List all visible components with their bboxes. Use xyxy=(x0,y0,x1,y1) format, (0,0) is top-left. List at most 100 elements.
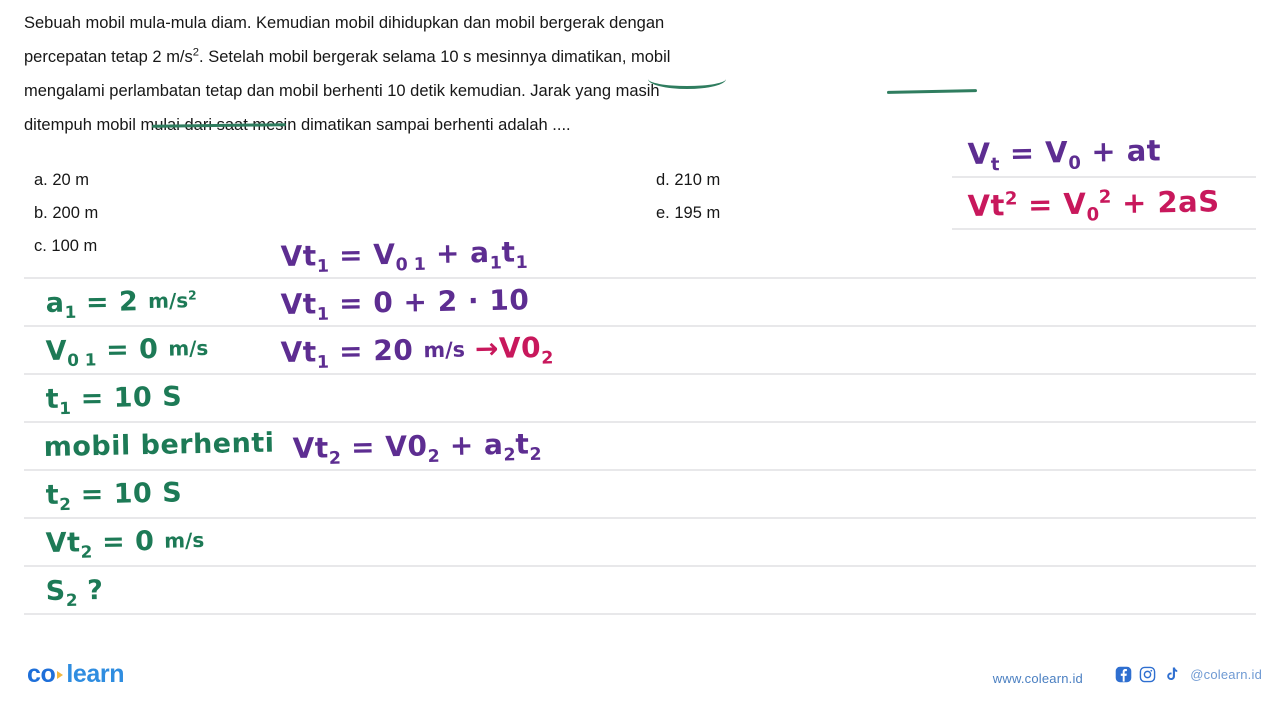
instagram-icon[interactable] xyxy=(1139,666,1156,683)
note-t2-value: = 10 S xyxy=(70,477,183,511)
option-c[interactable]: c. 100 m xyxy=(34,236,97,256)
note-t1: t1 = 10 S xyxy=(45,381,183,419)
note-a1-unit-sup: 2 xyxy=(187,288,197,303)
note-a1-unit-den: /s xyxy=(168,288,189,313)
rule-line-1 xyxy=(24,277,1256,279)
note-a1-unit-num: m xyxy=(147,288,170,314)
note-s2-question: S2 ? xyxy=(45,574,104,611)
note-formula-vt2-tail: + 2aS xyxy=(1111,184,1220,221)
note-t1-value: = 10 S xyxy=(70,381,183,415)
note-eq3-sub1: 1 xyxy=(316,352,330,373)
note-eq3-unit: m/s xyxy=(423,337,466,363)
note-eq4-sub4: 2 xyxy=(529,444,542,466)
note-v01-value: = 0 xyxy=(95,333,169,367)
note-v01-sub: 0 1 xyxy=(67,349,97,370)
note-t2: t2 = 10 S xyxy=(45,477,183,514)
note-s2-value: ? xyxy=(77,574,104,607)
note-formula-vt-v: V xyxy=(967,136,991,171)
logo-play-icon xyxy=(57,671,64,680)
rule-line-5 xyxy=(24,469,1256,471)
note-eq1-sub4: 1 xyxy=(515,252,528,274)
note-vt2f-sub: 2 xyxy=(80,541,93,562)
note-s2-sub: 2 xyxy=(65,589,78,611)
rule-line-6 xyxy=(24,517,1256,519)
note-formula-vt2: Vt2 = V02 + 2aS xyxy=(967,184,1220,226)
note-v01-unit: m/s xyxy=(168,335,209,361)
note-eq3-arrow: → xyxy=(474,331,500,366)
rule-line-4 xyxy=(24,421,1256,423)
rule-line-3 xyxy=(24,373,1256,375)
rule-formula-2 xyxy=(952,228,1256,230)
note-eq2-sub1: 1 xyxy=(316,304,330,325)
note-eq4-sub2: 2 xyxy=(427,446,440,468)
social-links: @colearn.id xyxy=(1115,666,1262,683)
note-eq4: Vt2 = V02 + a2t2 xyxy=(292,427,542,468)
note-vt2f-value: = 0 xyxy=(91,525,165,559)
logo-learn-text: learn xyxy=(66,660,125,688)
tiktok-icon[interactable] xyxy=(1163,666,1180,683)
note-t1-label: t xyxy=(45,383,60,415)
website-link[interactable]: www.colearn.id xyxy=(993,671,1083,686)
question-line-1: Sebuah mobil mula-mula diam. Kemudian mo… xyxy=(24,14,665,32)
note-eq2-b: = 0 + 2 · 10 xyxy=(328,283,530,321)
note-eq1-c: + a xyxy=(425,235,490,271)
social-handle[interactable]: @colearn.id xyxy=(1190,667,1262,682)
note-eq4-b: = V0 xyxy=(340,429,428,465)
question-text: Sebuah mobil mula-mula diam. Kemudian mo… xyxy=(24,6,984,142)
note-eq1-a: Vt xyxy=(280,239,318,273)
note-eq3-b: = 20 xyxy=(328,333,424,369)
note-eq4-sub3: 2 xyxy=(503,445,516,466)
note-eq3-tail: V0 xyxy=(498,331,542,365)
note-formula-vt-tail: + at xyxy=(1080,133,1162,169)
note-eq3: Vt1 = 20 m/s →V02 xyxy=(280,331,554,373)
note-t1-sub: 1 xyxy=(59,397,72,419)
option-a[interactable]: a. 20 m xyxy=(34,170,89,190)
note-formula-vt2-a: Vt xyxy=(967,188,1006,223)
note-formula-vt2-b: = V xyxy=(1017,186,1087,223)
note-v01-label: V xyxy=(45,335,68,367)
note-formula-vt-eq: = V xyxy=(998,135,1069,171)
note-a1-sub: 1 xyxy=(64,301,77,323)
rule-line-2 xyxy=(24,325,1256,327)
note-eq1-sub1: 1 xyxy=(316,256,330,277)
note-vt2f-label: Vt xyxy=(45,527,81,559)
note-eq1-sub2: 0 1 xyxy=(395,254,427,276)
note-formula-vt2-sup2: 2 xyxy=(1098,186,1112,208)
note-eq4-c: + a xyxy=(439,427,504,463)
note-formula-vt2-zero: 0 xyxy=(1086,204,1100,226)
option-d[interactable]: d. 210 m xyxy=(656,170,720,190)
rule-line-7 xyxy=(24,565,1256,567)
note-eq4-sub1: 2 xyxy=(328,448,342,469)
option-b[interactable]: b. 200 m xyxy=(34,203,98,223)
facebook-icon[interactable] xyxy=(1115,666,1132,683)
note-formula-vt-t: t xyxy=(990,154,1000,176)
footer: co learn www.colearn.id @colearn.id xyxy=(0,642,1280,720)
note-formula-vt: Vt = V0 + at xyxy=(967,133,1162,175)
note-eq2: Vt1 = 0 + 2 · 10 xyxy=(280,283,530,325)
note-eq4-a: Vt xyxy=(292,431,330,465)
note-formula-vt-zero: 0 xyxy=(1068,152,1082,174)
question-line-2-post: . Setelah mobil bergerak selama 10 s mes… xyxy=(199,48,671,66)
note-eq1: Vt1 = V0 1 + a1t1 xyxy=(280,235,528,276)
note-s2-label: S xyxy=(45,575,66,607)
note-vt2-final: Vt2 = 0 m/s xyxy=(45,525,204,562)
note-formula-vt2-sup: 2 xyxy=(1004,188,1018,210)
note-a1-value: = 2 xyxy=(75,286,149,319)
note-a1-unit: m/s2 xyxy=(148,288,197,313)
rule-line-8 xyxy=(24,613,1256,615)
note-eq3-a: Vt xyxy=(280,335,318,369)
question-line-2: percepatan tetap 2 m/s2. Setelah mobil b… xyxy=(24,40,984,74)
rule-formula-1 xyxy=(952,176,1256,178)
note-t2-label: t xyxy=(45,479,60,511)
colearn-logo[interactable]: co learn xyxy=(27,660,125,689)
note-eq3-sub2: 2 xyxy=(541,348,554,369)
note-eq2-a: Vt xyxy=(280,287,318,321)
option-e[interactable]: e. 195 m xyxy=(656,203,720,223)
note-a1-label: a xyxy=(45,287,65,319)
note-eq1-b: = V xyxy=(328,237,396,273)
note-berhenti: mobil berhenti xyxy=(43,428,274,463)
worksheet-page: Sebuah mobil mula-mula diam. Kemudian mo… xyxy=(0,0,1280,720)
note-v01: V0 1 = 0 m/s xyxy=(45,333,209,370)
note-eq1-d: t xyxy=(501,235,516,269)
question-line-3: mengalami perlambatan tetap dan mobil be… xyxy=(24,82,660,100)
